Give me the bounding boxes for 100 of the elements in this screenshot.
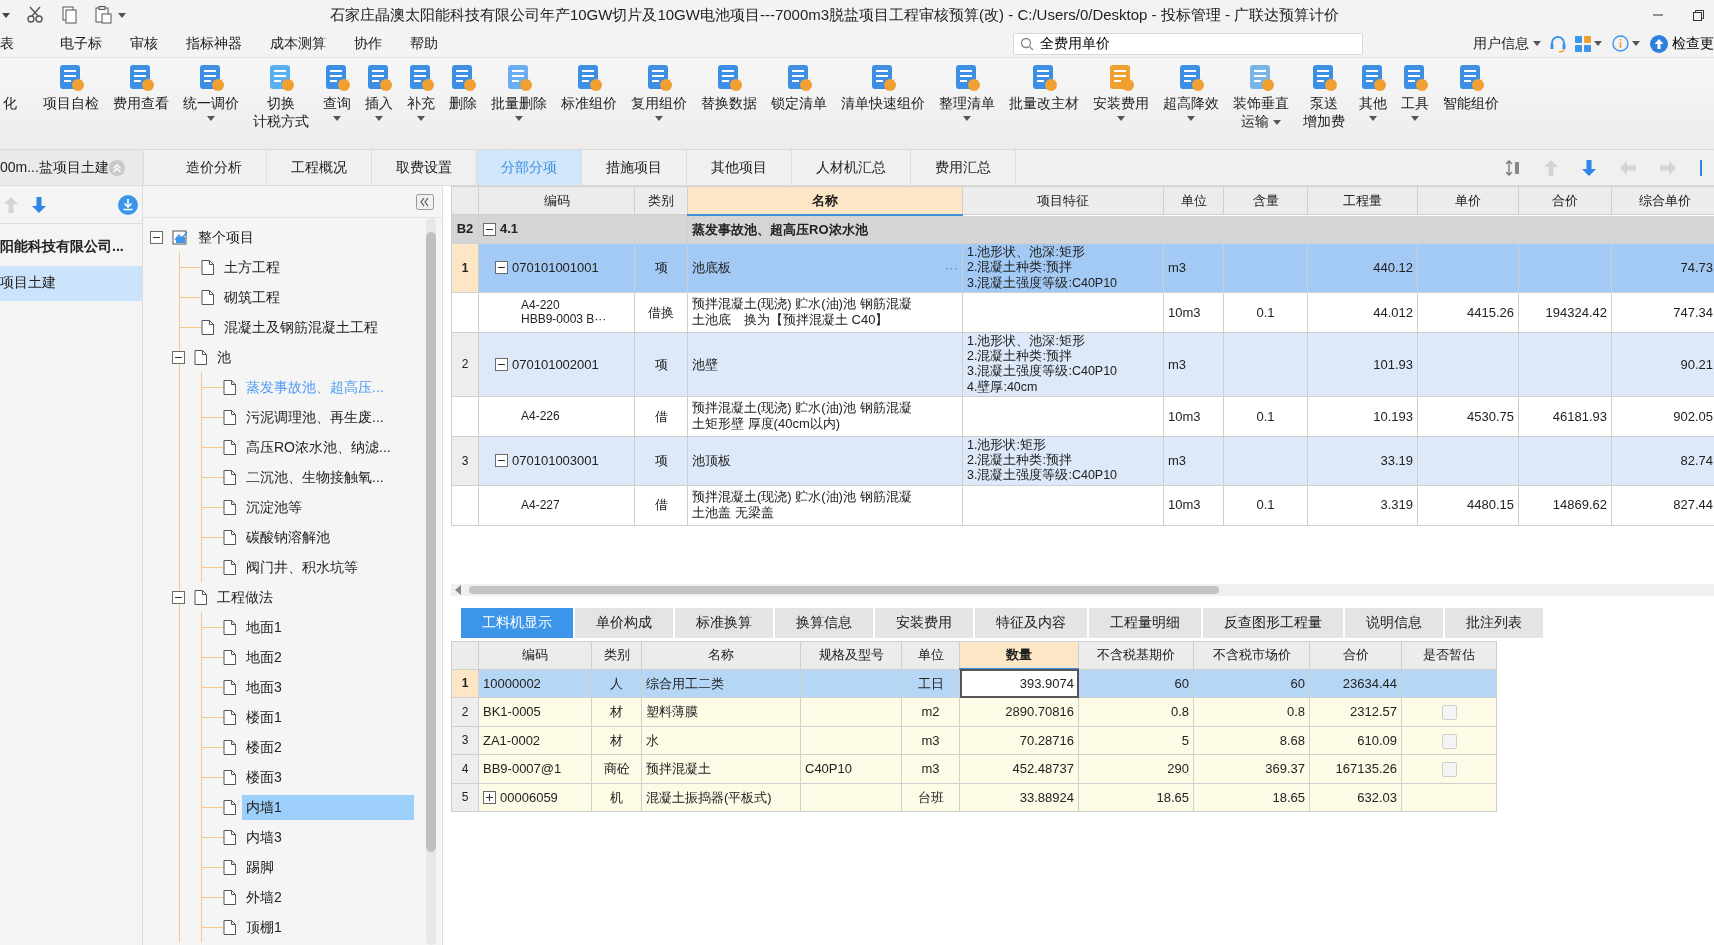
column-header[interactable]: 含量 — [1223, 186, 1308, 215]
tab[interactable]: 说明信息 — [1345, 607, 1443, 638]
tree-item[interactable]: 阀门井、积水坑等 — [242, 554, 414, 580]
column-header[interactable]: 单位 — [901, 641, 960, 669]
menu-item[interactable]: 协作 — [340, 33, 396, 54]
expand-toggle[interactable] — [495, 261, 508, 275]
toolbar-button[interactable]: 补充 — [404, 62, 438, 124]
column-header[interactable]: 编码 — [478, 641, 592, 669]
project-item[interactable]: 阳能科技有限公司... — [0, 224, 142, 266]
column-header[interactable]: 项目特征 — [962, 186, 1164, 215]
toolbar-button[interactable]: 工具 — [1398, 62, 1432, 124]
tree-item[interactable]: 内墙1 — [242, 794, 414, 820]
column-header[interactable]: 不含税市场价 — [1193, 641, 1310, 669]
tree-item[interactable]: 内墙3 — [242, 824, 414, 850]
user-info-menu[interactable]: 用户信息 — [1473, 33, 1533, 54]
tab[interactable]: 换算信息 — [775, 607, 873, 638]
tree-item[interactable]: 地面2 — [242, 644, 414, 670]
toolbar-button[interactable]: 费用查看 — [110, 62, 172, 115]
toolbar-button[interactable]: 超高降效 — [1160, 62, 1222, 124]
project-item[interactable]: 项目土建 — [0, 266, 142, 301]
copy-icon[interactable] — [60, 6, 78, 24]
tree-item[interactable]: 顶棚1 — [242, 914, 414, 940]
tree-item[interactable]: 踢脚 — [242, 854, 414, 880]
toolbar-button[interactable]: 锁定清单 — [768, 62, 830, 115]
expand-toggle[interactable] — [150, 230, 163, 244]
column-header[interactable]: 数量 — [959, 641, 1079, 669]
checkbox[interactable] — [1441, 733, 1457, 749]
scroll-left-icon[interactable] — [455, 584, 463, 595]
tree-item[interactable]: 地面3 — [242, 674, 414, 700]
toolbar-button[interactable]: 统一调价 — [180, 62, 242, 124]
tree-item[interactable]: 污泥调理池、再生废... — [242, 404, 414, 430]
tree-item[interactable]: 土方工程 — [220, 254, 414, 280]
toolbar-button[interactable]: 清单快速组价 — [838, 62, 928, 115]
toolbar-button[interactable]: 泵送 增加费 — [1300, 62, 1348, 133]
toolbar-button[interactable]: 化 — [0, 62, 20, 115]
toolbar-button[interactable]: 标准组价 — [558, 62, 620, 115]
tree-item[interactable]: 砌筑工程 — [220, 284, 414, 310]
toolbar-button[interactable]: 删除 — [446, 62, 480, 115]
tab[interactable]: 工程量明细 — [1089, 607, 1201, 638]
toolbar-button[interactable]: 装饰垂直 运输 — [1230, 62, 1292, 133]
toolbar-button[interactable]: 其他 — [1356, 62, 1390, 124]
column-header[interactable]: 不含税基期价 — [1078, 641, 1194, 669]
column-header[interactable]: 合价 — [1309, 641, 1402, 669]
checkbox[interactable] — [1441, 762, 1457, 778]
expand-toggle[interactable] — [172, 350, 185, 364]
column-header[interactable]: 合价 — [1518, 186, 1612, 215]
tree-item[interactable]: 碳酸钠溶解池 — [242, 524, 414, 550]
expand-toggle[interactable] — [483, 222, 496, 236]
tree-item[interactable]: 混凝土及钢筋混凝土工程 — [220, 314, 414, 340]
toolbar-button[interactable]: 复用组价 — [628, 62, 690, 124]
vertical-scrollbar[interactable] — [426, 218, 436, 945]
menu-item[interactable]: 成本测算 — [256, 33, 340, 54]
column-header[interactable]: 类别 — [591, 641, 642, 669]
tree-item[interactable]: 地面1 — [242, 614, 414, 640]
tree-item[interactable]: 二沉池、生物接触氧... — [242, 464, 414, 490]
tab[interactable]: 单价构成 — [575, 607, 673, 638]
menu-item[interactable]: 电子标 — [46, 33, 116, 54]
tree-item[interactable]: 工程做法 — [213, 584, 414, 610]
grid-icon[interactable] — [1575, 35, 1591, 52]
download-icon[interactable] — [118, 194, 138, 215]
menu-item[interactable]: 指标神器 — [172, 33, 256, 54]
column-header[interactable]: 是否暂估 — [1401, 641, 1497, 669]
toolbar-button[interactable]: 整理清单 — [936, 62, 998, 124]
expand-toggle[interactable] — [483, 790, 496, 804]
menu-item[interactable]: 表 — [0, 33, 28, 54]
search-field[interactable]: 全费用单价 — [1013, 32, 1363, 55]
horizontal-scrollbar[interactable] — [451, 583, 1714, 596]
scissors-icon[interactable] — [26, 6, 44, 24]
column-header[interactable]: 规格及型号 — [800, 641, 902, 669]
column-header[interactable]: 综合单价 — [1611, 186, 1714, 215]
menu-item[interactable]: 帮助 — [396, 33, 452, 54]
sort-icon[interactable] — [1506, 159, 1520, 176]
column-header[interactable]: 工程量 — [1307, 186, 1418, 215]
restore-icon[interactable] — [1693, 9, 1704, 21]
update-button[interactable]: 检查更 — [1650, 33, 1714, 54]
toolbar-button[interactable]: 项目自检 — [40, 62, 102, 115]
toolbar-button[interactable]: 批量删除 — [488, 62, 550, 124]
column-header[interactable]: 名称 — [641, 641, 801, 669]
tree-item[interactable]: 池 — [213, 344, 414, 370]
toolbar-button[interactable]: 智能组价 — [1440, 62, 1502, 115]
tree-item[interactable]: 高压RO浓水池、纳滤... — [242, 434, 414, 460]
column-header[interactable]: 类别 — [634, 186, 688, 215]
toolbar-button[interactable]: 批量改主材 — [1006, 62, 1082, 115]
collapse-panel-icon[interactable] — [416, 193, 434, 210]
expand-toggle[interactable] — [495, 357, 508, 371]
toolbar-button[interactable]: 切换 计税方式 — [250, 62, 312, 133]
tab[interactable]: 批注列表 — [1445, 607, 1543, 638]
expand-toggle[interactable] — [172, 590, 185, 604]
headset-icon[interactable] — [1549, 34, 1567, 53]
tab[interactable]: 标准换算 — [675, 607, 773, 638]
column-header[interactable]: 单位 — [1163, 186, 1224, 215]
tab[interactable]: 安装费用 — [875, 607, 973, 638]
column-header[interactable]: 编码 — [478, 186, 635, 215]
down-arrow-icon[interactable] — [1582, 159, 1596, 176]
tab[interactable]: 反查图形工程量 — [1203, 607, 1343, 638]
tree-item[interactable]: 楼面2 — [242, 734, 414, 760]
toolbar-button[interactable]: 插入 — [362, 62, 396, 124]
down-arrow-icon[interactable] — [32, 196, 46, 213]
tree-item[interactable]: 整个项目 — [194, 224, 414, 250]
tree-item[interactable]: 外墙2 — [242, 884, 414, 910]
